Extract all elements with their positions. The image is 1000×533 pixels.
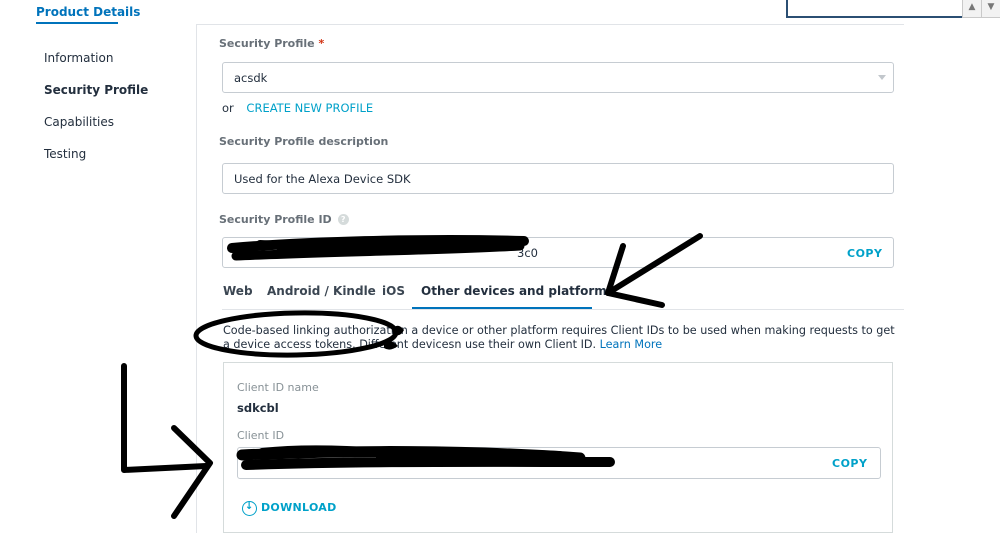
tab-ios[interactable]: iOS <box>382 284 405 298</box>
product-details-page: Product Details ▲ ▼ Information Security… <box>0 0 1000 533</box>
security-profile-id-value: 3c0 <box>517 246 538 260</box>
tab-product-details[interactable]: Product Details <box>36 5 140 19</box>
sidebar-divider <box>196 25 197 533</box>
tab-web[interactable]: Web <box>223 284 253 298</box>
header-divider <box>196 24 904 25</box>
chevron-down-icon[interactable]: ▼ <box>981 0 1000 18</box>
sidebar-item-security-profile[interactable]: Security Profile <box>44 83 184 97</box>
security-profile-description-value: Used for the Alexa Device SDK <box>234 172 411 186</box>
or-text: or <box>222 101 234 115</box>
chevron-up-icon[interactable]: ▲ <box>962 0 982 18</box>
tabs-divider <box>222 309 904 310</box>
tab-other-devices-and-platforms[interactable]: Other devices and platforms <box>421 284 614 298</box>
client-id-field[interactable]: COPY <box>237 447 881 479</box>
platform-description: Code-based linking authorization a devic… <box>223 324 895 351</box>
sidebar-item-testing[interactable]: Testing <box>44 147 184 161</box>
security-profile-description-label: Security Profile description <box>219 135 389 148</box>
security-profile-select[interactable]: acsdk <box>222 62 894 93</box>
create-new-profile-link[interactable]: CREATE NEW PROFILE <box>246 101 373 115</box>
sidebar-item-information[interactable]: Information <box>44 51 184 65</box>
security-profile-selected-value: acsdk <box>234 71 268 85</box>
active-tab-indicator <box>36 22 118 24</box>
required-marker: * <box>318 37 325 50</box>
client-id-name-label: Client ID name <box>237 381 319 394</box>
learn-more-link[interactable]: Learn More <box>600 338 663 351</box>
copy-client-id-button[interactable]: COPY <box>832 457 867 470</box>
tab-android-kindle[interactable]: Android / Kindle <box>267 284 376 298</box>
create-profile-line: or CREATE NEW PROFILE <box>222 101 373 115</box>
chevron-down-icon <box>878 75 886 80</box>
download-button[interactable]: DOWNLOAD <box>242 501 337 516</box>
annotation-arrow-client-id <box>121 363 213 519</box>
sidebar-item-capabilities[interactable]: Capabilities <box>44 115 184 129</box>
security-profile-description-field[interactable]: Used for the Alexa Device SDK <box>222 163 894 194</box>
security-profile-id-label: Security Profile ID? <box>219 213 349 226</box>
client-id-label: Client ID <box>237 429 285 442</box>
client-id-card: Client ID name sdkcbl Client ID COPY DOW… <box>223 362 893 533</box>
security-profile-id-field[interactable]: 3c0 COPY <box>222 237 894 268</box>
top-right-input[interactable] <box>786 0 966 18</box>
info-icon[interactable]: ? <box>337 214 349 225</box>
security-profile-label: Security Profile * <box>219 37 325 50</box>
client-id-name-value: sdkcbl <box>237 401 279 415</box>
download-icon <box>242 501 257 516</box>
copy-security-profile-id-button[interactable]: COPY <box>847 247 882 260</box>
